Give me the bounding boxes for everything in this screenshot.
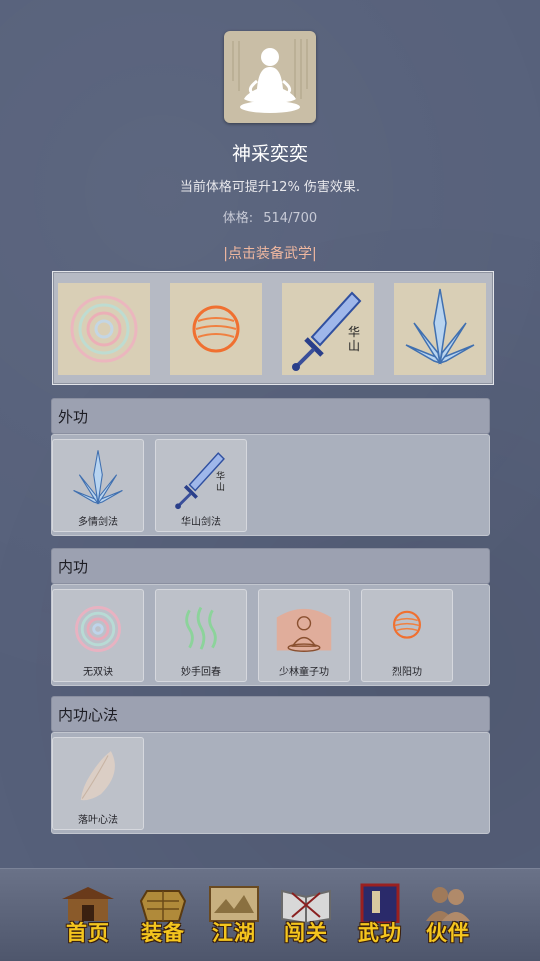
green-waves-icon [185, 606, 217, 650]
equipped-slots-panel: 华山 [52, 271, 494, 385]
equipped-slot-2[interactable] [170, 283, 262, 375]
spiral-swirl-icon [75, 606, 121, 652]
tab-jianghu[interactable]: 江湖 [206, 883, 262, 945]
constitution-stat: 体格: 514/700 [0, 207, 540, 226]
bottom-tab-bar: 首页 装备 江湖 闯关 武功 伙伴 [0, 868, 540, 961]
constitution-description: 当前体格可提升12% 伤害效果. [179, 180, 361, 195]
tab-challenge[interactable]: 闯关 [278, 883, 334, 945]
equipped-slot-1[interactable] [58, 283, 150, 375]
section-header-external: 外功 [51, 398, 490, 434]
spiral-swirl-icon [70, 295, 138, 363]
skill-card-shaolin-tongzi[interactable]: 少林童子功 [258, 589, 350, 682]
meditating-monk-icon [276, 608, 332, 652]
orange-orb-icon [192, 305, 240, 353]
skill-card-wushuang[interactable]: 无双诀 [52, 589, 144, 682]
tab-martial-arts[interactable]: 武功 [352, 883, 408, 945]
equip-martial-arts-link[interactable]: |点击装备武学| [0, 243, 540, 263]
tab-home[interactable]: 首页 [60, 883, 116, 945]
skill-card-huashan-sword[interactable]: 华山 华山剑法 [155, 439, 247, 532]
equipped-slot-4[interactable] [394, 283, 486, 375]
skill-card-duoqing-sword[interactable]: 多情剑法 [52, 439, 144, 532]
player-avatar [224, 31, 316, 123]
card-sword-inscription: 华山 [216, 472, 226, 493]
section-header-mental-method: 内功心法 [51, 696, 490, 732]
slot-sword-inscription: 华山 [348, 325, 361, 353]
orange-orb-icon [393, 610, 421, 639]
section-header-internal: 内功 [51, 548, 490, 584]
section-body-external: 多情剑法 华山 华山剑法 [51, 434, 490, 536]
crystal-blades-icon [73, 450, 123, 505]
constitution-title: 神采奕奕 [231, 143, 308, 165]
equipped-slot-3[interactable]: 华山 [282, 283, 374, 375]
tab-companions[interactable]: 伙伴 [420, 883, 476, 945]
skill-card-luoye[interactable]: 落叶心法 [52, 737, 144, 830]
skill-card-lieyang[interactable]: 烈阳功 [361, 589, 453, 682]
skill-card-miaoshou[interactable]: 妙手回春 [155, 589, 247, 682]
crystal-blades-icon [405, 288, 475, 365]
tab-equipment[interactable]: 装备 [135, 883, 191, 945]
section-body-mental-method: 落叶心法 [51, 732, 490, 834]
meditation-icon [232, 39, 308, 113]
stat-value: 514/700 [263, 211, 318, 226]
feather-leaf-icon [80, 751, 115, 801]
section-body-internal: 无双诀 妙手回春 少林童子功 烈阳功 [51, 584, 490, 686]
stat-label: 体格: [222, 211, 254, 226]
